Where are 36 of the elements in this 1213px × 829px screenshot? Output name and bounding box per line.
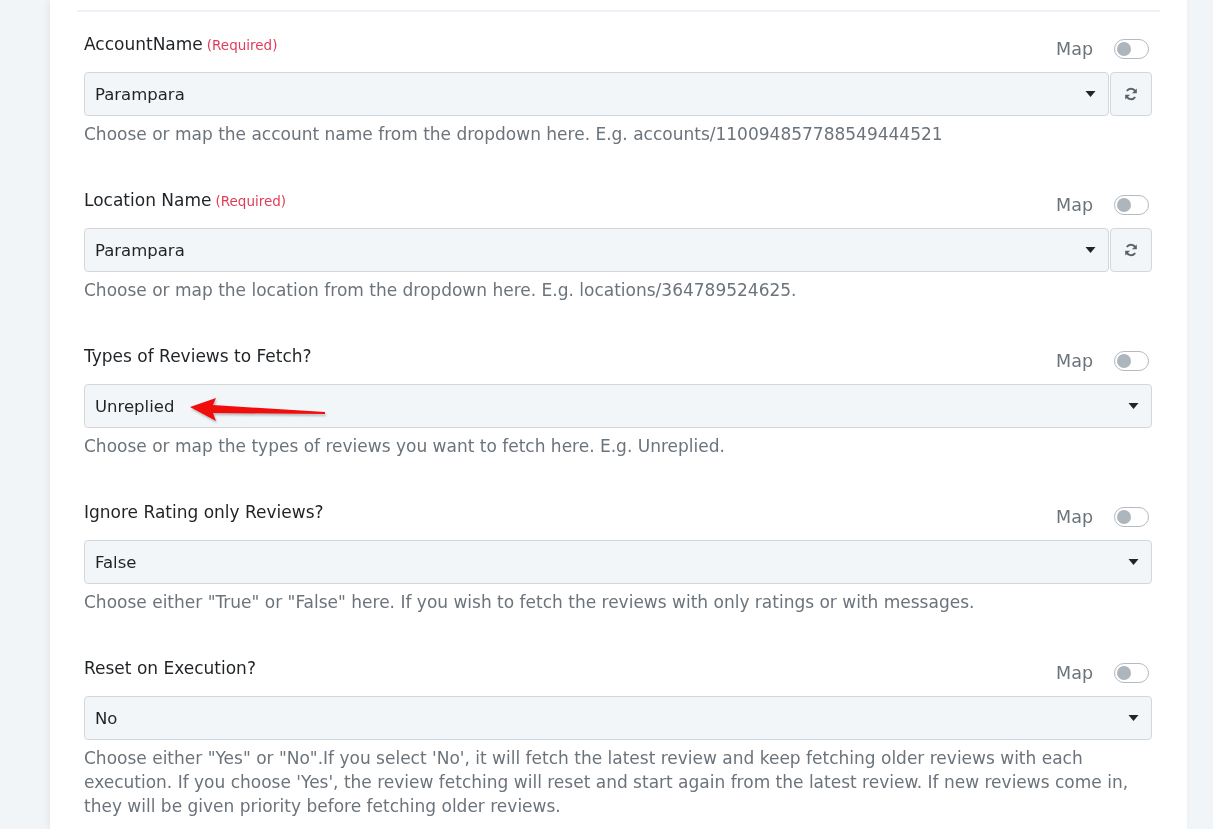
- refresh-button[interactable]: [1110, 72, 1152, 116]
- map-label: Map: [1056, 507, 1093, 527]
- dropdown-select[interactable]: No: [84, 696, 1152, 740]
- map-toggle[interactable]: [1114, 195, 1149, 215]
- map-toggle[interactable]: [1114, 39, 1149, 59]
- field-label: Types of Reviews to Fetch?: [84, 346, 312, 366]
- caret-icon: [1128, 403, 1139, 409]
- required-note: (Required): [215, 193, 287, 209]
- dropdown-select[interactable]: Parampara: [84, 228, 1109, 272]
- required-note: (Required): [206, 37, 278, 53]
- map-toggle[interactable]: [1114, 663, 1149, 683]
- refresh-icon: [1124, 87, 1138, 101]
- help-text: Choose either "True" or "False" here. If you wish to fetch the reviews with only ratings or with messages.: [84, 591, 976, 614]
- dropdown-select[interactable]: False: [84, 540, 1152, 584]
- help-text: Choose or map the location from the dropdown here. E.g. locations/364789524625.: [84, 279, 798, 302]
- map-label: Map: [1056, 351, 1093, 371]
- map-label: Map: [1056, 663, 1093, 683]
- help-text: Choose either "Yes" or "No".If you select 'No', it will fetch the latest review and keep fetching older reviews with each execution. If you choose 'Yes', the review fetching will reset and start again from the latest review. If new reviews come in, they will be given priority before fetching older reviews.: [84, 747, 1130, 818]
- map-toggle[interactable]: [1114, 351, 1149, 371]
- refresh-icon: [1124, 243, 1138, 257]
- map-toggle[interactable]: [1114, 507, 1149, 527]
- dropdown-select[interactable]: Unreplied: [84, 384, 1152, 428]
- field-label: Reset on Execution?: [84, 658, 256, 678]
- caret-icon: [1085, 91, 1096, 97]
- field-label: Ignore Rating only Reviews?: [84, 502, 324, 522]
- field-label: Location Name: [84, 190, 212, 210]
- dropdown-select[interactable]: Parampara: [84, 72, 1109, 116]
- refresh-button[interactable]: [1110, 228, 1152, 272]
- caret-icon: [1085, 247, 1096, 253]
- help-text: Choose or map the account name from the dropdown here. E.g. accounts/110094857788549444521: [84, 123, 944, 146]
- map-label: Map: [1056, 39, 1093, 59]
- map-label: Map: [1056, 195, 1093, 215]
- caret-icon: [1128, 715, 1139, 721]
- caret-icon: [1128, 559, 1139, 565]
- help-text: Choose or map the types of reviews you want to fetch here. E.g. Unreplied.: [84, 435, 726, 458]
- field-label: AccountName: [84, 34, 203, 54]
